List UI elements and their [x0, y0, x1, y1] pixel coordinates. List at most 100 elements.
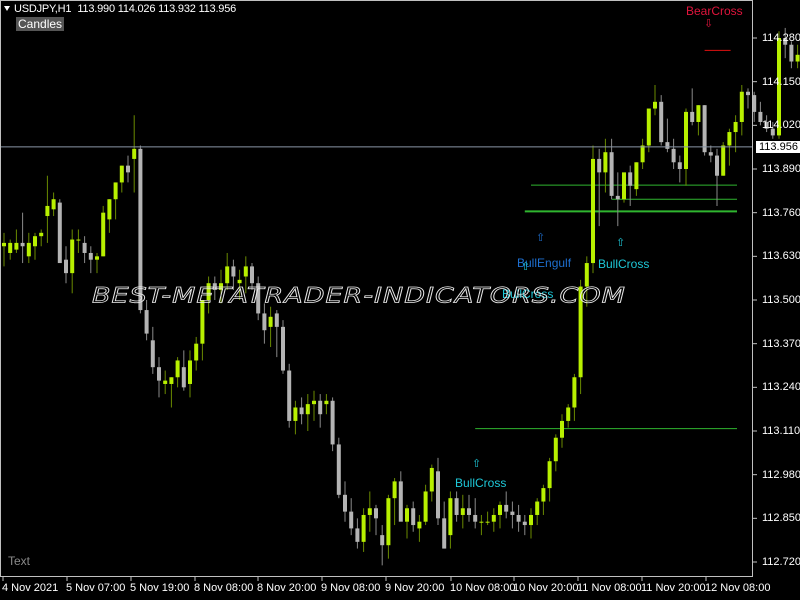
signal-label: BullCross [455, 476, 507, 490]
candle [132, 115, 137, 193]
candle [789, 41, 794, 69]
candle-body [374, 508, 378, 519]
price-label: 113.760 [762, 206, 800, 219]
collapse-triangle-icon[interactable] [4, 5, 10, 11]
candle [436, 457, 440, 526]
candle [640, 138, 645, 169]
candle-body [460, 508, 465, 515]
up-arrow-icon: ⇧ [472, 458, 482, 470]
candle-body [349, 511, 354, 529]
candle [175, 357, 180, 388]
candle [646, 108, 651, 153]
candle-body [324, 400, 329, 405]
candle-body [498, 504, 502, 515]
candle-body [144, 310, 149, 334]
price-label: 112.980 [762, 468, 800, 481]
candle-body [609, 152, 614, 196]
candle-body [405, 508, 409, 522]
candle [287, 363, 292, 428]
candle-body [659, 101, 664, 143]
candle [101, 205, 106, 257]
candle-body [274, 313, 279, 327]
price-label: 112.720 [762, 556, 800, 568]
candle [386, 494, 391, 559]
candle [324, 394, 329, 415]
candle-body [603, 152, 608, 173]
candle-body [380, 535, 385, 546]
candle-body [57, 202, 62, 264]
candle [169, 377, 174, 408]
candle [746, 88, 750, 109]
candle [485, 511, 490, 526]
candle-body [485, 521, 490, 523]
time-label: 8 Nov 20:00 [257, 582, 317, 594]
candle [560, 414, 564, 448]
candle-body [634, 162, 639, 190]
candle [498, 501, 502, 529]
candle-body [746, 91, 750, 96]
candle-body [8, 242, 13, 253]
price-label: 112.850 [762, 512, 800, 525]
candle [39, 229, 44, 247]
candle-body [442, 518, 447, 549]
price-label: 113.110 [762, 425, 800, 437]
candle [119, 165, 124, 193]
price-label: 113.630 [762, 250, 800, 263]
candle [76, 229, 81, 253]
candle-body [343, 494, 347, 512]
candle [504, 491, 509, 519]
candle-body [312, 400, 316, 405]
candle-body [119, 165, 124, 183]
candle [367, 491, 372, 532]
price-label: 113.240 [762, 381, 800, 394]
candle [417, 514, 422, 542]
candle [262, 303, 267, 344]
candle-body [423, 491, 428, 522]
candle-body [268, 316, 273, 327]
signal-label: BearCross [686, 4, 743, 18]
up-arrow-icon: ⇧ [536, 232, 546, 244]
candle [423, 484, 428, 526]
candle [429, 464, 434, 502]
candle-body [181, 367, 186, 388]
candle [491, 508, 496, 532]
candle [305, 394, 310, 431]
ohlc-values: 113.990 114.026 113.932 113.956 [77, 3, 237, 15]
candle [126, 155, 130, 183]
candle-body [318, 400, 323, 415]
candle-body [479, 521, 484, 523]
candle-body [26, 242, 31, 257]
candle-body [789, 44, 794, 62]
candle [51, 192, 56, 217]
candle [299, 397, 304, 425]
time-label: 10 Nov 08:00 [450, 582, 516, 594]
candle-body [547, 461, 552, 489]
candle-body [733, 121, 738, 133]
time-label: 11 Nov 20:00 [641, 582, 706, 594]
candle-body [39, 232, 44, 237]
candle-body [560, 420, 564, 438]
candle [293, 400, 298, 435]
time-label: 12 Nov 08:00 [705, 582, 771, 594]
candle [33, 232, 37, 260]
candle [194, 336, 199, 371]
candle [739, 85, 744, 136]
candle-body [20, 242, 25, 247]
candle-body [70, 239, 75, 274]
price-label: 114.280 [762, 32, 800, 44]
candle [677, 155, 682, 183]
candle [510, 501, 515, 529]
candle [181, 350, 186, 391]
candle-body [417, 521, 422, 529]
indicator-label[interactable]: Candles [16, 17, 65, 31]
candle [572, 373, 577, 421]
candle-body [510, 511, 515, 515]
candle-body [169, 377, 174, 384]
candle [157, 357, 161, 398]
candle-body [126, 165, 130, 173]
candle [2, 232, 6, 267]
candle [479, 514, 484, 536]
up-arrow-icon: ⇧ [616, 237, 626, 249]
candle-body [2, 242, 6, 247]
candle-body [553, 437, 558, 462]
